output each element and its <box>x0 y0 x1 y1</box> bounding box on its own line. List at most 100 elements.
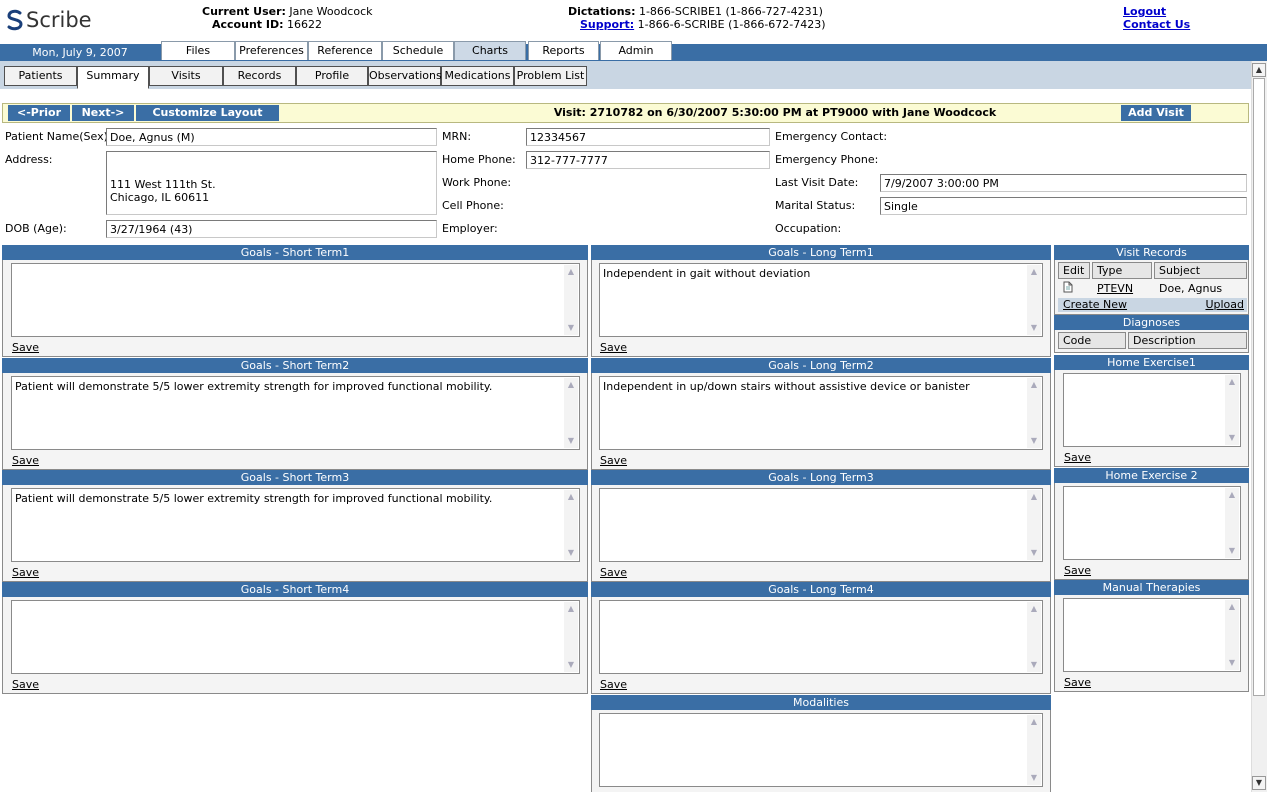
goals-short-term-1-textarea[interactable]: ▲ ▼ <box>11 263 580 337</box>
scroll-down-icon[interactable]: ▼ <box>1029 548 1039 558</box>
save-link[interactable]: Save <box>1064 676 1091 689</box>
col-edit[interactable]: Edit <box>1058 262 1090 279</box>
save-link[interactable]: Save <box>12 678 39 691</box>
goals-long-term-2-textarea[interactable]: Independent in up/down stairs without as… <box>599 376 1043 450</box>
tab-files[interactable]: Files <box>161 41 235 60</box>
scroll-up-icon[interactable]: ▲ <box>1029 604 1039 614</box>
subtab-visits[interactable]: Visits <box>149 66 223 86</box>
subtab-profile[interactable]: Profile <box>296 66 368 86</box>
goals-short-term-2-textarea[interactable]: Patient will demonstrate 5/5 lower extre… <box>11 376 580 450</box>
marital-status-field[interactable]: Single <box>880 197 1247 215</box>
scroll-up-icon[interactable]: ▲ <box>566 604 576 614</box>
subtab-medications[interactable]: Medications <box>441 66 514 86</box>
scroll-down-icon[interactable]: ▼ <box>1227 658 1237 668</box>
textarea-scrollbar[interactable]: ▲ ▼ <box>1225 600 1239 670</box>
scroll-up-icon[interactable]: ▲ <box>566 380 576 390</box>
create-new-link[interactable]: Create New <box>1063 298 1127 312</box>
save-link[interactable]: Save <box>600 341 627 354</box>
textarea-scrollbar[interactable]: ▲ ▼ <box>564 490 578 560</box>
home-exercise-1-textarea[interactable]: ▲ ▼ <box>1063 373 1241 447</box>
logout-link[interactable]: Logout <box>1123 5 1190 18</box>
col-subject[interactable]: Subject <box>1154 262 1247 279</box>
scroll-up-icon[interactable]: ▲ <box>566 267 576 277</box>
goals-short-term-3-textarea[interactable]: Patient will demonstrate 5/5 lower extre… <box>11 488 580 562</box>
scroll-up-icon[interactable]: ▲ <box>1227 602 1237 612</box>
contact-us-link[interactable]: Contact Us <box>1123 18 1190 31</box>
subtab-observations[interactable]: Observations <box>368 66 442 86</box>
save-link[interactable]: Save <box>600 566 627 579</box>
scroll-down-icon[interactable]: ▼ <box>1227 433 1237 443</box>
scroll-up-icon[interactable]: ▲ <box>1227 377 1237 387</box>
textarea-scrollbar[interactable]: ▲ ▼ <box>1027 490 1041 560</box>
textarea-scrollbar[interactable]: ▲ ▼ <box>564 602 578 672</box>
textarea-scrollbar[interactable]: ▲ ▼ <box>1027 602 1041 672</box>
textarea-scrollbar[interactable]: ▲ ▼ <box>564 265 578 335</box>
patient-name-field[interactable]: Doe, Agnus (M) <box>106 128 437 146</box>
home-phone-field[interactable]: 312-777-7777 <box>526 151 770 169</box>
manual-therapies-textarea[interactable]: ▲ ▼ <box>1063 598 1241 672</box>
save-link[interactable]: Save <box>12 341 39 354</box>
scroll-down-icon[interactable]: ▼ <box>1227 546 1237 556</box>
scroll-down-icon[interactable]: ▼ <box>1029 660 1039 670</box>
textarea-scrollbar[interactable]: ▲ ▼ <box>1225 375 1239 445</box>
modalities-textarea[interactable]: ▲ ▼ <box>599 713 1043 787</box>
scroll-up-icon[interactable]: ▲ <box>1029 380 1039 390</box>
upload-link[interactable]: Upload <box>1205 298 1244 312</box>
tab-preferences[interactable]: Preferences <box>235 41 308 60</box>
scroll-down-icon[interactable]: ▼ <box>566 323 576 333</box>
home-exercise-2-textarea[interactable]: ▲ ▼ <box>1063 486 1241 560</box>
tab-admin[interactable]: Admin <box>600 41 672 60</box>
subtab-summary[interactable]: Summary <box>77 66 149 89</box>
scroll-down-icon[interactable]: ▼ <box>566 436 576 446</box>
scroll-down-icon[interactable]: ▼ <box>1252 776 1266 790</box>
subtab-records[interactable]: Records <box>223 66 296 86</box>
support-link[interactable]: Support: <box>580 18 634 31</box>
dob-field[interactable]: 3/27/1964 (43) <box>106 220 437 238</box>
scroll-up-icon[interactable]: ▲ <box>1029 717 1039 727</box>
col-type[interactable]: Type <box>1092 262 1152 279</box>
subtab-problem-list[interactable]: Problem List <box>514 66 587 86</box>
tab-charts[interactable]: Charts <box>454 41 526 60</box>
scroll-down-icon[interactable]: ▼ <box>566 548 576 558</box>
textarea-scrollbar[interactable]: ▲ ▼ <box>1225 488 1239 558</box>
scroll-down-icon[interactable]: ▼ <box>1029 323 1039 333</box>
address-field[interactable]: 111 West 111th St. Chicago, IL 60611 <box>106 151 437 215</box>
goals-long-term-4-textarea[interactable]: ▲ ▼ <box>599 600 1043 674</box>
subtab-patients[interactable]: Patients <box>4 66 77 86</box>
tab-reports[interactable]: Reports <box>528 41 599 60</box>
textarea-scrollbar[interactable]: ▲ ▼ <box>1027 265 1041 335</box>
add-visit-button[interactable]: Add Visit <box>1121 105 1191 121</box>
goals-short-term-4-textarea[interactable]: ▲ ▼ <box>11 600 580 674</box>
scroll-up-icon[interactable]: ▲ <box>1227 490 1237 500</box>
customize-layout-button[interactable]: Customize Layout <box>136 105 279 121</box>
goals-long-term-3-textarea[interactable]: ▲ ▼ <box>599 488 1043 562</box>
scroll-down-icon[interactable]: ▼ <box>1029 773 1039 783</box>
save-link[interactable]: Save <box>12 454 39 467</box>
scroll-up-icon[interactable]: ▲ <box>1029 267 1039 277</box>
col-code[interactable]: Code <box>1058 332 1126 349</box>
visit-record-type-link[interactable]: PTEVN <box>1097 282 1133 295</box>
tab-schedule[interactable]: Schedule <box>382 41 454 60</box>
last-visit-field[interactable]: 7/9/2007 3:00:00 PM <box>880 174 1247 192</box>
col-description[interactable]: Description <box>1128 332 1247 349</box>
goals-long-term-1-textarea[interactable]: Independent in gait without deviation ▲ ▼ <box>599 263 1043 337</box>
mrn-field[interactable]: 12334567 <box>526 128 770 146</box>
scrollbar-thumb[interactable] <box>1253 78 1265 696</box>
prior-button[interactable]: <-Prior <box>8 105 70 121</box>
save-link[interactable]: Save <box>12 566 39 579</box>
scroll-up-icon[interactable]: ▲ <box>1029 492 1039 502</box>
scroll-down-icon[interactable]: ▼ <box>1029 436 1039 446</box>
textarea-scrollbar[interactable]: ▲ ▼ <box>564 378 578 448</box>
textarea-scrollbar[interactable]: ▲ ▼ <box>1027 378 1041 448</box>
scroll-down-icon[interactable]: ▼ <box>566 660 576 670</box>
next-button[interactable]: Next-> <box>72 105 134 121</box>
tab-reference[interactable]: Reference <box>308 41 382 60</box>
textarea-scrollbar[interactable]: ▲ ▼ <box>1027 715 1041 785</box>
save-link[interactable]: Save <box>1064 451 1091 464</box>
scroll-up-icon[interactable]: ▲ <box>566 492 576 502</box>
save-link[interactable]: Save <box>1064 564 1091 577</box>
scroll-up-icon[interactable]: ▲ <box>1252 63 1266 77</box>
save-link[interactable]: Save <box>600 454 627 467</box>
save-link[interactable]: Save <box>600 678 627 691</box>
document-icon[interactable] <box>1063 281 1073 293</box>
